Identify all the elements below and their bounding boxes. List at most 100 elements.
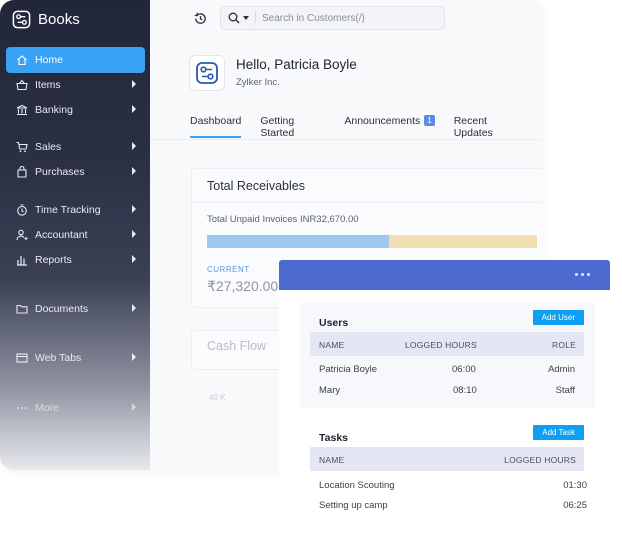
folder-icon [15,303,28,316]
brand-name: Books [38,10,80,28]
sidebar-item-label: Sales [35,141,62,153]
cashflow-axis-tick: 40 K [209,393,226,402]
more-icon [15,402,28,415]
sidebar-item-documents[interactable]: Documents [6,296,145,322]
tab-announcements[interactable]: Announcements 1 [344,115,435,139]
sidebar-item-purchases[interactable]: Purchases [6,159,145,185]
chevron-right-icon [132,230,136,238]
sidebar-item-label: Documents [35,303,89,315]
card-title: Cash Flow [207,339,267,353]
chevron-right-icon [132,142,136,150]
more-options-icon[interactable] [575,273,590,276]
user-role: Admin [548,364,575,375]
search-bar [220,6,445,30]
column-header: LOGGED HOURS [504,455,576,465]
receivables-bar [207,235,537,248]
tab-label: Announcements [344,115,421,127]
sidebar-item-banking[interactable]: Banking [6,97,145,123]
section-title: Users [319,317,349,329]
org-logo [189,55,225,91]
timer-icon [15,204,28,217]
chevron-right-icon [132,205,136,213]
column-header: ROLE [552,340,576,350]
tab-getting-started[interactable]: Getting Started [260,115,325,139]
column-header: NAME [319,455,345,465]
overlay-panel: Users Add User NAME LOGGED HOURS ROLE Pa… [279,260,610,541]
user-name: Patricia Boyle [319,364,378,375]
topbar [150,0,542,37]
sidebar-item-reports[interactable]: Reports [6,247,145,273]
card-header: Total Receivables [192,169,542,203]
chevron-right-icon [132,105,136,113]
task-hours: 01:30 [563,480,587,491]
unpaid-invoices-text: Total Unpaid Invoices INR32,670.00 [207,214,359,225]
sidebar-item-time-tracking[interactable]: Time Tracking [6,197,145,223]
panel-body: Users Add User NAME LOGGED HOURS ROLE Pa… [279,290,610,541]
cart-icon [15,141,28,154]
chevron-down-icon [243,16,249,20]
sidebar-item-web-tabs[interactable]: Web Tabs [6,345,145,371]
add-user-button[interactable]: Add User [532,310,584,325]
reports-icon [15,254,28,267]
basket-icon [15,79,28,92]
bag-icon [15,166,28,179]
bank-icon [15,104,28,117]
sidebar-item-accountant[interactable]: Accountant [6,222,145,248]
search-input[interactable] [256,12,436,24]
sidebar-item-label: Banking [35,104,73,116]
tab-label: Recent Updates [453,115,493,139]
books-logo-icon [12,10,31,28]
sidebar-item-sales[interactable]: Sales [6,134,145,160]
tab-recent-updates[interactable]: Recent Updates [454,115,523,139]
sidebar-item-items[interactable]: Items [6,72,145,98]
user-name: Mary [319,385,341,396]
books-logo-icon [196,62,218,84]
users-section: Users Add User NAME LOGGED HOURS ROLE Pa… [300,303,595,408]
chevron-right-icon [132,255,136,263]
brand[interactable]: Books [12,9,80,29]
current-segment [207,235,389,248]
current-value: ₹27,320.00 [207,278,279,294]
search-icon [228,12,240,24]
panel-header [279,260,610,290]
sidebar-item-label: More [35,402,59,414]
user-role: Staff [555,385,575,396]
overdue-segment [388,235,537,248]
chevron-right-icon [132,167,136,175]
sidebar-item-more[interactable]: More [6,395,145,421]
table-header: NAME LOGGED HOURS ROLE [310,332,584,356]
task-name: Setting up camp [319,500,388,511]
section-title: Tasks [319,432,348,444]
sidebar-item-label: Home [35,54,64,66]
tab-dashboard[interactable]: Dashboard [190,115,242,139]
chevron-right-icon [132,304,136,312]
tab-label: Dashboard [190,115,242,127]
chevron-right-icon [132,80,136,88]
user-hours: 06:00 [452,364,476,375]
add-task-button[interactable]: Add Task [533,425,584,440]
search-scope-dropdown[interactable] [221,11,256,25]
user-hours: 08:10 [453,385,477,396]
page-title: Hello, Patricia Boyle [236,57,357,72]
org-name: Zylker Inc. [236,77,280,88]
sidebar-item-home[interactable]: Home [6,47,145,73]
sidebar-item-label: Time Tracking [35,204,101,216]
tab-label: Getting Started [260,115,295,139]
chevron-right-icon [132,353,136,361]
sidebar-item-label: Items [35,79,61,91]
sidebar-item-label: Web Tabs [35,352,82,364]
accountant-icon [15,229,28,242]
sidebar: Books Home Items Banking Sales Purchases… [0,0,150,470]
announcements-badge: 1 [424,115,435,126]
column-header: LOGGED HOURS [405,340,477,350]
current-label: CURRENT [207,265,250,274]
card-title: Total Receivables [207,179,305,193]
task-hours: 06:25 [563,500,587,511]
tasks-section: Tasks Add Task NAME LOGGED HOURS Locatio… [300,418,595,541]
sidebar-item-label: Reports [35,254,72,266]
web-tabs-icon [15,352,28,365]
history-icon[interactable] [193,11,208,26]
home-icon [15,54,28,67]
table-header: NAME LOGGED HOURS [310,447,584,471]
column-header: NAME [319,340,345,350]
